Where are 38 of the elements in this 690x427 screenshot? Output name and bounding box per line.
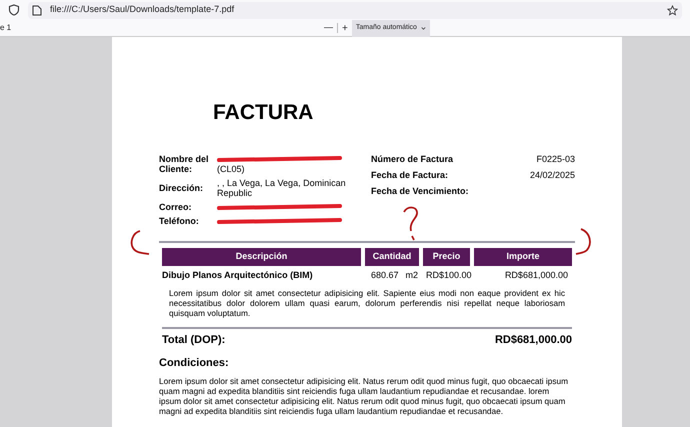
table-cell-text: Dibujo Planos Arquitectónico (BIM) <box>162 268 314 282</box>
field-label: Número de Factura <box>371 154 454 164</box>
total-label: Total (DOP): <box>162 333 226 348</box>
conditions-title: Condiciones: <box>159 356 230 370</box>
field-label: Correo: <box>159 202 193 212</box>
item-description: Lorem ipsum dolor sit amet consectetur adipisicing elit. Sapiente eius modi non eaque provident ex hic necessitatibus dolor dolorem ullam quasi earum, dolorum perferendis nisi repellat neque laboriosam quisquam voluptatum. <box>169 288 565 318</box>
caret-icon <box>420 26 426 30</box>
star-icon[interactable] <box>667 4 678 16</box>
shield-icon <box>8 4 20 16</box>
field-value: , , La Vega, La Vega, Dominican Republic <box>217 178 347 198</box>
page-number-text: e 1 <box>0 22 12 34</box>
url-text: file:///C:/Users/Saul/Downloads/template-7.pdf <box>50 3 234 16</box>
invoice-title: FACTURA <box>213 101 314 125</box>
field-label: Dirección: <box>159 183 204 193</box>
column-header: Cantidad <box>365 248 419 266</box>
field-value: (CL05) <box>217 164 246 174</box>
table-cell-text: RD$681,000.00 <box>504 268 569 282</box>
field-value: F0225-03 <box>536 154 575 164</box>
bracket-mark <box>130 230 150 256</box>
field-label: Fecha de Factura: <box>371 170 448 180</box>
table-cell-text: RD$100.00 <box>425 268 470 282</box>
field-value: 24/02/2025 <box>530 170 575 180</box>
question-mark-drawing <box>402 205 420 241</box>
page-icon <box>32 4 42 16</box>
bracket-mark <box>575 228 593 256</box>
url-bar[interactable]: file:///C:/Users/Saul/Downloads/template-7.pdf <box>28 2 682 18</box>
total-value: RD$681,000.00 <box>494 333 572 348</box>
unit-text: m2 <box>406 268 418 282</box>
column-header: Precio <box>423 248 470 266</box>
field-label: Nombre del Cliente: <box>159 154 210 174</box>
field-label: Fecha de Vencimiento: <box>371 186 469 196</box>
zoom-out-button[interactable]: — <box>320 21 337 35</box>
column-header: Importe <box>474 248 572 266</box>
column-header: Descripción <box>162 248 361 266</box>
field-label: Teléfono: <box>159 216 200 226</box>
quantity-text: 680.67 <box>371 268 399 282</box>
zoom-in-button[interactable]: + <box>338 20 352 36</box>
conditions-text: Lorem ipsum dolor sit amet consectetur adipisicing elit. Natus rerum odit quod minus fugit, quo obcaecati ipsum quam magni ad expedita blanditiis sint reiciendis fuga ullam laudantium repudiandae et recusandae. lorem ipsum dolor sit amet consectetur adipisicing elit. Natus rerum odit quod minus fugit, quo obcaecati ipsum quam magni ad expedita blanditiis sint reiciendis fuga ullam laudantium repudiandae et recusandae. <box>159 376 570 416</box>
